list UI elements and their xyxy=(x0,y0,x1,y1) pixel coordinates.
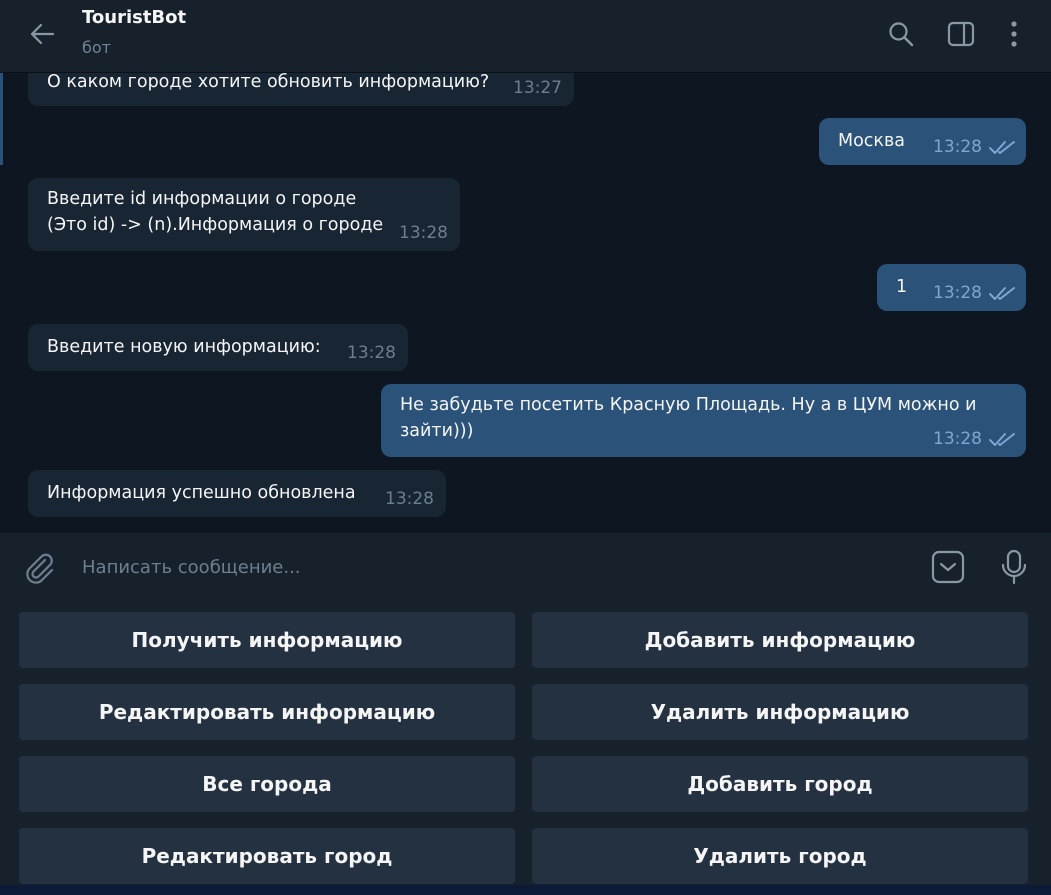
telegram-chat-window: TouristBot бот О каком городе хотите обн… xyxy=(0,0,1051,895)
keyboard-button-edit-info[interactable]: Редактировать информацию xyxy=(19,684,515,740)
chat-title[interactable]: TouristBot xyxy=(82,7,186,28)
more-vertical-icon xyxy=(1011,21,1017,47)
keyboard-button-add-info[interactable]: Добавить информацию xyxy=(532,612,1028,668)
message-outgoing[interactable]: 1 13:28 xyxy=(877,264,1026,311)
message-text: Введите новую информацию: xyxy=(47,337,321,357)
sidebar-toggle-icon xyxy=(947,21,975,47)
keyboard-button-delete-info[interactable]: Удалить информацию xyxy=(532,684,1028,740)
message-input[interactable] xyxy=(80,545,904,589)
keyboard-button-add-city[interactable]: Добавить город xyxy=(532,756,1028,812)
scroll-indicator[interactable] xyxy=(0,73,3,165)
keyboard-button-delete-city[interactable]: Удалить город xyxy=(532,828,1028,884)
message-outgoing[interactable]: Не забудьте посетить Красную Площадь. Ну… xyxy=(381,384,1026,457)
message-incoming[interactable]: О каком городе хотите обновить информаци… xyxy=(28,73,574,106)
message-incoming[interactable]: Введите id информации о городе (Это id) … xyxy=(28,178,460,251)
back-button[interactable] xyxy=(20,17,64,51)
chat-header: TouristBot бот xyxy=(0,0,1051,73)
double-check-icon xyxy=(989,287,1015,300)
message-text: Введите id информации о городе (Это id) … xyxy=(47,189,384,235)
message-time: 13:28 xyxy=(399,223,448,243)
message-time: 13:27 xyxy=(513,78,562,98)
desktop-background-strip xyxy=(0,885,1051,895)
double-check-icon xyxy=(989,141,1015,154)
message-time: 13:28 xyxy=(347,343,396,363)
message-time: 13:28 xyxy=(933,429,982,449)
sidebar-toggle-button[interactable] xyxy=(943,16,979,52)
message-incoming[interactable]: Введите новую информацию: 13:28 xyxy=(28,324,408,371)
message-incoming[interactable]: Информация успешно обновлена 13:28 xyxy=(28,470,446,517)
paperclip-icon xyxy=(26,553,54,584)
message-list[interactable]: О каком городе хотите обновить информаци… xyxy=(0,73,1051,533)
search-icon xyxy=(889,22,914,47)
search-button[interactable] xyxy=(883,16,919,52)
message-time: 13:28 xyxy=(933,283,982,303)
keyboard-button-all-cities[interactable]: Все города xyxy=(19,756,515,812)
keyboard-button-edit-city[interactable]: Редактировать город xyxy=(19,828,515,884)
message-outgoing[interactable]: Москва 13:28 xyxy=(819,118,1026,165)
attach-button[interactable] xyxy=(20,548,60,588)
double-check-icon xyxy=(989,433,1015,446)
chat-subtitle: бот xyxy=(82,38,111,57)
message-text: О каком городе хотите обновить информаци… xyxy=(47,73,490,92)
bot-keyboard-toggle[interactable] xyxy=(928,547,968,587)
message-time: 13:28 xyxy=(385,489,434,509)
message-composer xyxy=(0,533,1051,599)
keyboard-button-get-info[interactable]: Получить информацию xyxy=(19,612,515,668)
bot-reply-keyboard: Получить информацию Добавить информацию … xyxy=(0,599,1051,895)
microphone-icon xyxy=(1001,549,1027,585)
voice-message-button[interactable] xyxy=(994,547,1034,587)
message-text: Информация успешно обновлена xyxy=(47,483,356,503)
more-button[interactable] xyxy=(996,16,1032,52)
back-arrow-icon xyxy=(30,23,55,45)
keyboard-icon xyxy=(931,550,965,584)
message-text: Не забудьте посетить Красную Площадь. Ну… xyxy=(400,395,977,441)
message-time: 13:28 xyxy=(933,137,982,157)
